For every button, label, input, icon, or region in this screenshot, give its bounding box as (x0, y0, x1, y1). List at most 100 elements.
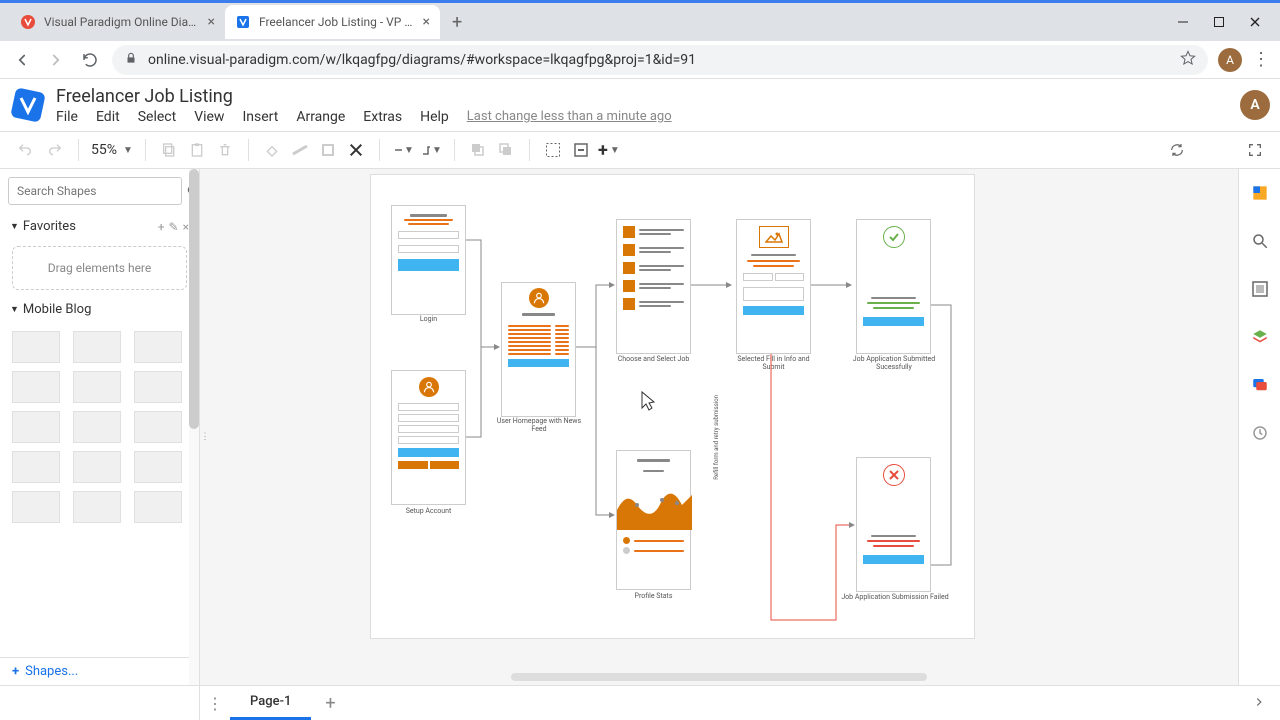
shape-thumb[interactable] (73, 331, 121, 363)
shape-thumb[interactable] (12, 411, 60, 443)
mobile-blog-header[interactable]: ▼ Mobile Blog (0, 296, 199, 323)
close-window-icon[interactable] (1248, 15, 1262, 29)
shape-thumb[interactable] (134, 371, 182, 403)
menu-insert[interactable]: Insert (242, 109, 278, 125)
copy-icon[interactable] (158, 139, 180, 161)
menu-arrange[interactable]: Arrange (296, 109, 345, 125)
shape-thumb[interactable] (134, 411, 182, 443)
browser-tab[interactable]: Visual Paradigm Online Diagrams × (10, 5, 225, 39)
style-icon[interactable] (345, 139, 367, 161)
profile-avatar[interactable]: A (1218, 48, 1242, 72)
delete-icon[interactable] (214, 139, 236, 161)
shape-thumb[interactable] (73, 451, 121, 483)
browser-tab[interactable]: Freelancer Job Listing - VP Online × (225, 5, 440, 39)
page-tab[interactable]: Page-1 (230, 686, 311, 720)
close-icon[interactable]: × (423, 14, 430, 30)
paste-icon[interactable] (186, 139, 208, 161)
menu-extras[interactable]: Extras (363, 109, 402, 125)
last-change-link[interactable]: Last change less than a minute ago (467, 109, 672, 124)
back-button[interactable] (10, 48, 34, 72)
add-favorite-icon[interactable]: + (158, 220, 165, 234)
sync-icon[interactable] (1166, 139, 1188, 161)
connector-icon[interactable]: ▼ (392, 139, 414, 161)
document-title[interactable]: Freelancer Job Listing (56, 86, 1240, 107)
reload-button[interactable] (78, 48, 102, 72)
address-bar[interactable]: online.visual-paradigm.com/w/lkqagfpg/di… (112, 45, 1208, 75)
undo-icon[interactable] (14, 139, 36, 161)
page-tabs-bar: ⋮ Page-1 + (0, 685, 1280, 720)
to-front-icon[interactable] (467, 139, 489, 161)
search-icon[interactable] (1248, 229, 1272, 253)
wireframe-setup-account[interactable] (391, 370, 466, 505)
shape-thumb[interactable] (134, 451, 182, 483)
edit-favorite-icon[interactable]: ✎ (169, 220, 179, 234)
layers-icon[interactable] (1248, 325, 1272, 349)
fit-icon[interactable] (570, 139, 592, 161)
history-icon[interactable] (1248, 421, 1272, 445)
sidebar-scrollbar[interactable] (189, 169, 199, 685)
shape-thumb[interactable] (12, 331, 60, 363)
new-tab-button[interactable]: + (440, 12, 474, 33)
favorites-drop-zone[interactable]: Drag elements here (12, 246, 187, 290)
favorites-header[interactable]: ▼ Favorites + ✎ × (0, 213, 199, 240)
shape-thumb[interactable] (134, 331, 182, 363)
vp-favicon (235, 14, 251, 30)
menu-file[interactable]: File (56, 109, 78, 125)
menu-select[interactable]: Select (138, 109, 176, 125)
shape-thumb[interactable] (12, 371, 60, 403)
page-tab-drag-icon[interactable]: ⋮ (200, 694, 230, 713)
diagram-canvas[interactable]: ⋮ Login (200, 169, 1238, 685)
app-logo-icon[interactable] (10, 87, 46, 123)
wireframe-label: Setup Account (391, 507, 466, 515)
wireframe-profile-stats[interactable] (616, 450, 691, 590)
browser-toolbar: online.visual-paradigm.com/w/lkqagfpg/di… (0, 41, 1280, 79)
search-shapes-input[interactable] (8, 177, 182, 205)
redo-icon[interactable] (44, 139, 66, 161)
wireframe-login[interactable] (391, 205, 466, 315)
zoom-value: 55% (91, 142, 117, 158)
wireframe-failed[interactable] (856, 457, 931, 592)
pages-menu-icon[interactable] (1252, 694, 1280, 713)
wireframe-select-job[interactable] (616, 219, 691, 354)
comments-icon[interactable] (1248, 373, 1272, 397)
line-color-icon[interactable] (289, 139, 311, 161)
shape-thumb[interactable] (12, 491, 60, 523)
fill-color-icon[interactable] (261, 139, 283, 161)
more-shapes-button[interactable]: + Shapes... (12, 664, 187, 679)
scroll-thumb[interactable] (189, 169, 199, 429)
close-icon[interactable]: × (208, 14, 215, 30)
to-back-icon[interactable] (495, 139, 517, 161)
menu-edit[interactable]: Edit (96, 109, 120, 125)
add-shape-icon[interactable]: +▼ (598, 139, 620, 161)
canvas-h-scrollbar[interactable] (511, 673, 926, 681)
grid-icon[interactable] (542, 139, 564, 161)
zoom-selector[interactable]: 55% ▼ (91, 142, 133, 158)
shape-thumb[interactable] (73, 411, 121, 443)
chevron-down-icon: ▼ (10, 221, 19, 232)
wireframe-success[interactable] (856, 219, 931, 354)
waypoint-icon[interactable]: ▼ (420, 139, 442, 161)
tab-title: Visual Paradigm Online Diagrams (44, 15, 200, 29)
kebab-menu-icon[interactable]: ⋮ (1252, 49, 1270, 70)
shape-thumb[interactable] (73, 491, 121, 523)
sidebar-splitter[interactable]: ⋮ (200, 427, 210, 447)
wireframe-homepage[interactable] (501, 282, 576, 417)
format-panel-icon[interactable] (1248, 181, 1272, 205)
fullscreen-icon[interactable] (1244, 139, 1266, 161)
menu-view[interactable]: View (194, 109, 224, 125)
minimize-icon[interactable] (1176, 15, 1190, 29)
shape-thumb[interactable] (12, 451, 60, 483)
shadow-icon[interactable] (317, 139, 339, 161)
wireframe-fill-submit[interactable] (736, 219, 811, 354)
outline-icon[interactable] (1248, 277, 1272, 301)
add-page-button[interactable]: + (311, 693, 349, 714)
maximize-icon[interactable] (1212, 15, 1226, 29)
lock-icon (124, 51, 138, 69)
star-icon[interactable] (1180, 50, 1196, 70)
shape-sidebar: ⋮ ▼ Favorites + ✎ × Drag elements here ▼… (0, 169, 200, 685)
menu-help[interactable]: Help (420, 109, 449, 125)
shape-thumb[interactable] (73, 371, 121, 403)
user-avatar[interactable]: A (1240, 90, 1270, 120)
forward-button[interactable] (44, 48, 68, 72)
shape-thumb[interactable] (134, 491, 182, 523)
